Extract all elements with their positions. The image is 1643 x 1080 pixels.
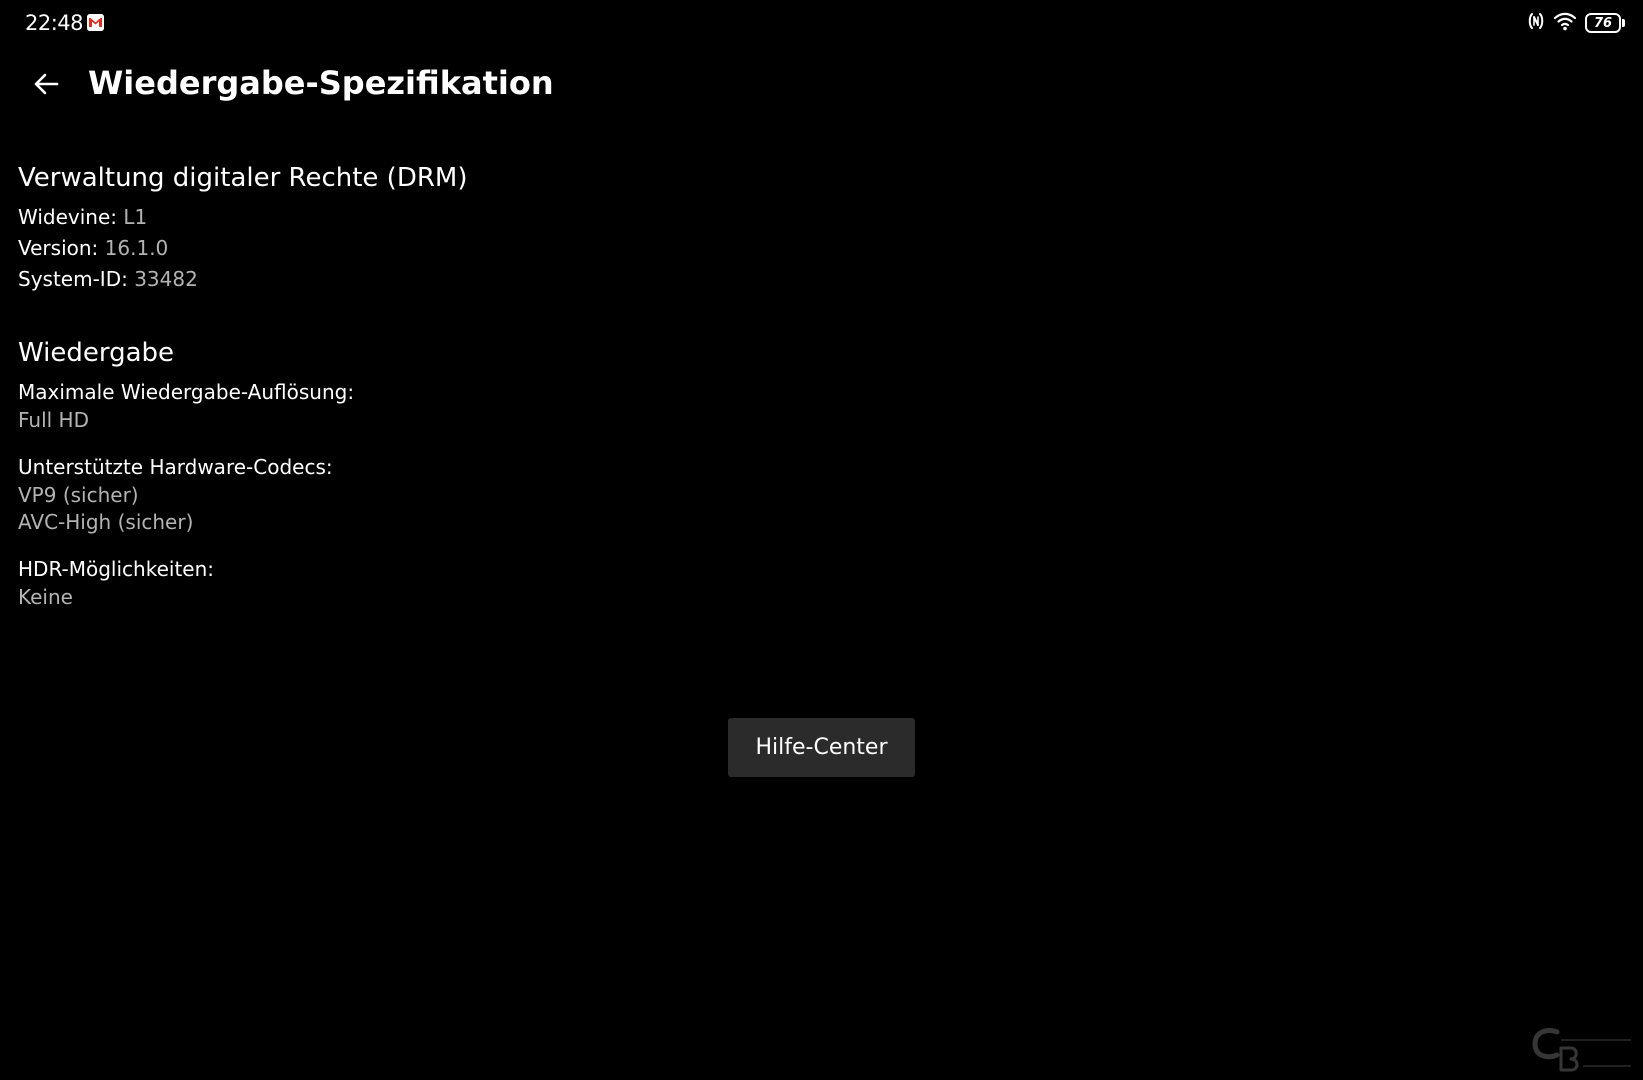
max-resolution-label: Maximale Wiedergabe-Auflösung: xyxy=(18,380,355,404)
battery-icon: 76 xyxy=(1585,13,1625,33)
max-resolution-block: Maximale Wiedergabe-Auflösung: Full HD xyxy=(18,377,818,434)
status-time: 22:48 xyxy=(25,11,84,35)
drm-system-id-value: 33482 xyxy=(134,267,198,291)
drm-system-id: System-ID: 33482 xyxy=(18,264,818,295)
wifi-icon xyxy=(1553,11,1577,35)
codec-item: VP9 (sicher) xyxy=(18,483,139,507)
computerbase-logo xyxy=(1531,1026,1635,1072)
page-title: Wiedergabe-Spezifikation xyxy=(88,64,554,102)
gmail-icon xyxy=(87,14,104,31)
battery-tip xyxy=(1622,19,1625,27)
arrow-left-icon xyxy=(34,73,59,95)
drm-widevine: Widevine: L1 xyxy=(18,202,818,233)
drm-version-value: 16.1.0 xyxy=(104,236,169,260)
status-icons: 76 xyxy=(1527,11,1625,35)
nfc-icon xyxy=(1527,11,1545,35)
codecs-block: Unterstützte Hardware-Codecs: VP9 (siche… xyxy=(18,452,818,536)
codecs-label: Unterstützte Hardware-Codecs: xyxy=(18,455,333,479)
battery-level: 76 xyxy=(1585,13,1621,33)
drm-widevine-value: L1 xyxy=(123,205,148,229)
help-center-button[interactable]: Hilfe-Center xyxy=(728,718,915,777)
drm-version: Version: 16.1.0 xyxy=(18,233,818,264)
hdr-block: HDR-Möglichkeiten: Keine xyxy=(18,554,818,611)
back-button[interactable] xyxy=(28,66,64,102)
hdr-value: Keine xyxy=(18,585,73,609)
drm-system-id-label: System-ID: xyxy=(18,267,128,291)
drm-section: Verwaltung digitaler Rechte (DRM) Widevi… xyxy=(18,160,818,295)
status-bar: 22:48 76 xyxy=(0,0,1643,46)
codec-item: AVC-High (sicher) xyxy=(18,510,194,534)
drm-section-title: Verwaltung digitaler Rechte (DRM) xyxy=(18,163,468,193)
content: Verwaltung digitaler Rechte (DRM) Widevi… xyxy=(18,160,818,611)
hdr-label: HDR-Möglichkeiten: xyxy=(18,557,215,581)
max-resolution-value: Full HD xyxy=(18,408,89,432)
playback-section: Wiedergabe Maximale Wiedergabe-Auflösung… xyxy=(18,335,818,611)
playback-section-title: Wiedergabe xyxy=(18,338,175,368)
drm-list: Widevine: L1 Version: 16.1.0 System-ID: … xyxy=(18,202,818,295)
drm-version-label: Version: xyxy=(18,236,99,260)
drm-widevine-label: Widevine: xyxy=(18,205,118,229)
